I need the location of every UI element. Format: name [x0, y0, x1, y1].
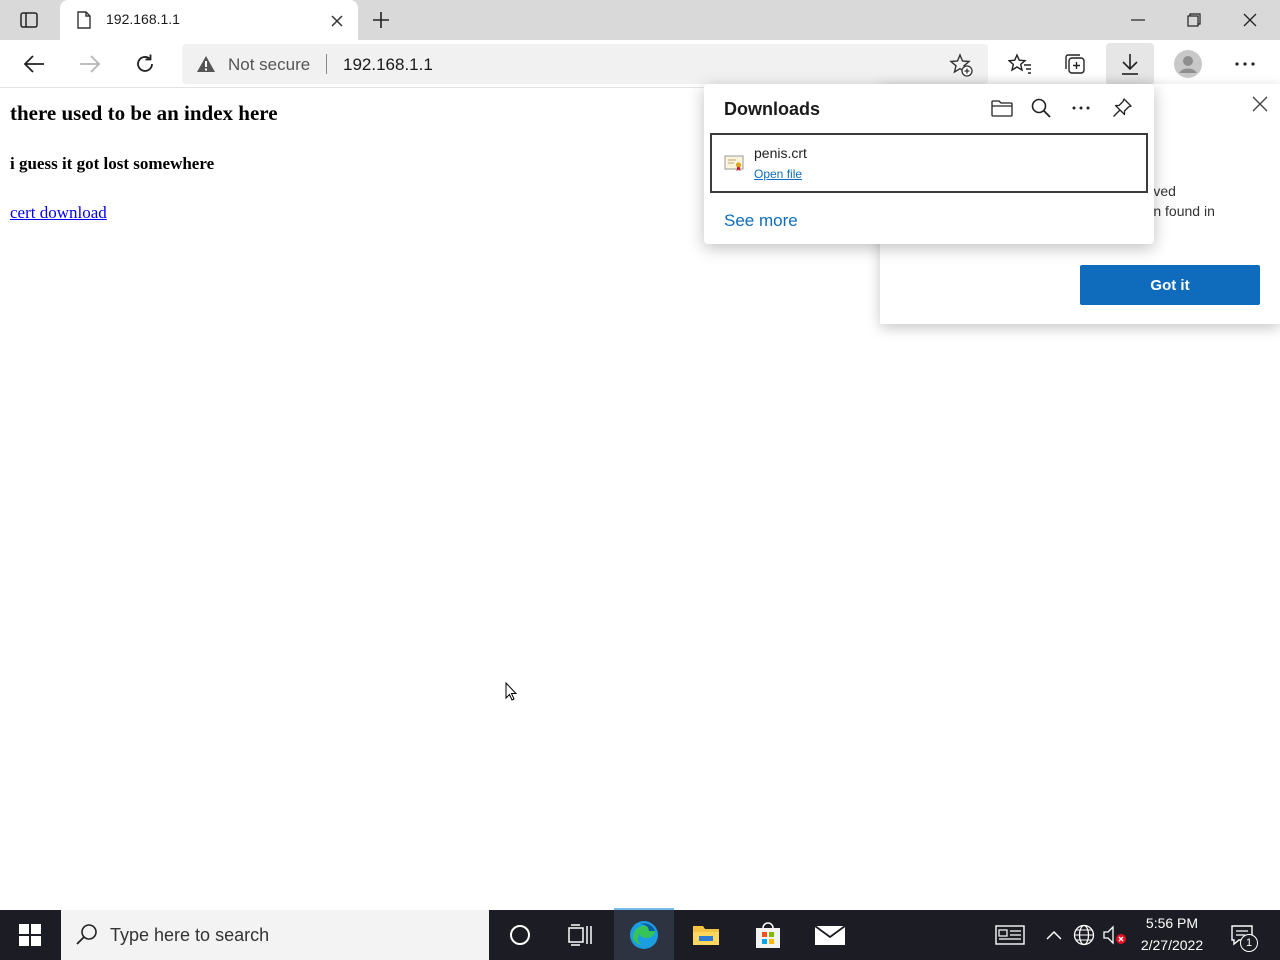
got-it-button[interactable]: Got it	[1080, 265, 1260, 305]
add-favorite-button[interactable]	[948, 52, 974, 78]
open-downloads-folder-button[interactable]	[988, 94, 1016, 122]
window-close-button[interactable]	[1222, 0, 1278, 40]
taskbar-edge-button[interactable]	[614, 910, 674, 960]
search-placeholder: Type here to search	[110, 925, 270, 945]
forward-arrow-icon	[80, 55, 101, 73]
mouse-cursor-icon	[505, 681, 518, 707]
favorites-button[interactable]	[1002, 46, 1038, 82]
taskbar-search-box[interactable]: Type here to search	[61, 910, 489, 960]
page-icon	[76, 11, 92, 34]
notification-center-button[interactable]	[1220, 910, 1264, 960]
back-button[interactable]	[16, 46, 52, 82]
star-plus-icon	[949, 53, 973, 77]
more-icon	[1072, 106, 1090, 110]
page-subheading: i guess it got lost somewhere	[10, 154, 215, 173]
search-downloads-button[interactable]	[1027, 94, 1055, 122]
taskbar-store-button[interactable]	[742, 910, 794, 960]
task-view-icon	[568, 924, 592, 946]
url-text[interactable]: 192.168.1.1	[343, 55, 433, 75]
tab-actions-icon	[20, 12, 38, 28]
cortana-icon	[510, 925, 530, 945]
address-bar[interactable]: Not secure 192.168.1.1	[182, 44, 988, 84]
back-arrow-icon	[23, 55, 44, 73]
clock-date: 2/27/2022	[1140, 937, 1204, 953]
omnibox-separator	[326, 54, 327, 74]
taskbar-file-explorer-button[interactable]	[680, 910, 732, 960]
clock-time: 5:56 PM	[1145, 915, 1199, 931]
start-button[interactable]	[0, 910, 60, 960]
refresh-button[interactable]	[127, 46, 163, 82]
certificate-file-icon	[724, 154, 744, 177]
screen: 192.168.1.1 Not secure 192.168.1.1 there…	[0, 0, 1280, 960]
download-icon	[1122, 54, 1138, 75]
pin-icon	[1113, 98, 1132, 117]
search-icon	[75, 923, 99, 952]
folder-icon	[991, 100, 1013, 117]
pin-downloads-button[interactable]	[1108, 94, 1136, 122]
folder-icon	[693, 926, 719, 945]
downloads-flyout: Downloads penis.crt Open file See more	[704, 84, 1154, 244]
see-more-link[interactable]: See more	[724, 211, 798, 231]
active-app-indicator	[614, 908, 674, 910]
close-icon	[331, 15, 343, 27]
taskbar-clock[interactable]: 5:56 PM 2/27/2022	[1132, 910, 1212, 960]
more-icon	[1235, 62, 1255, 66]
tab-actions-button[interactable]	[12, 6, 46, 34]
globe-icon	[1073, 924, 1095, 946]
taskbar-mail-button[interactable]	[804, 910, 856, 960]
new-tab-button[interactable]	[366, 6, 396, 34]
volume-button[interactable]	[1100, 910, 1130, 960]
downloads-title: Downloads	[724, 99, 821, 119]
collections-icon	[1065, 54, 1085, 74]
notification-count-badge: 1	[1240, 934, 1258, 952]
taskbar: Type here to search	[0, 910, 1280, 960]
downloads-more-button[interactable]	[1067, 94, 1095, 122]
page-heading: there used to be an index here	[10, 101, 278, 125]
browser-toolbar: Not secure 192.168.1.1	[0, 40, 1280, 88]
browser-tab[interactable]: 192.168.1.1	[60, 0, 358, 40]
settings-menu-button[interactable]	[1227, 46, 1263, 82]
tab-strip: 192.168.1.1	[0, 0, 1280, 40]
windows-icon	[19, 924, 41, 946]
chevron-up-icon	[1046, 930, 1062, 940]
search-icon	[1031, 98, 1051, 118]
news-icon	[995, 925, 1025, 945]
security-label[interactable]: Not secure	[228, 55, 310, 75]
downloads-button[interactable]	[1106, 43, 1154, 85]
refresh-icon	[137, 54, 153, 72]
tab-title: 192.168.1.1	[106, 11, 180, 27]
collections-button[interactable]	[1057, 46, 1093, 82]
network-button[interactable]	[1070, 910, 1098, 960]
close-icon	[1252, 96, 1268, 112]
show-hidden-icons-button[interactable]	[1040, 910, 1068, 960]
minimize-icon	[1131, 19, 1145, 21]
avatar-icon	[1174, 50, 1202, 78]
plus-icon	[373, 12, 389, 28]
favorites-icon	[1008, 53, 1031, 74]
restore-button[interactable]	[1166, 0, 1222, 40]
tab-close-button[interactable]	[326, 10, 348, 32]
download-filename: penis.crt	[754, 145, 807, 161]
news-widget-button[interactable]	[990, 910, 1030, 960]
profile-button[interactable]	[1168, 44, 1208, 84]
store-icon	[756, 922, 780, 948]
minimize-button[interactable]	[1110, 0, 1166, 40]
open-file-link[interactable]: Open file	[754, 167, 802, 181]
mail-icon	[814, 925, 846, 945]
download-item[interactable]: penis.crt Open file	[710, 133, 1148, 193]
close-icon	[1243, 13, 1257, 27]
cert-download-link[interactable]: cert download	[10, 203, 107, 223]
forward-button[interactable]	[72, 46, 108, 82]
notice-close-button[interactable]	[1248, 92, 1272, 116]
cortana-button[interactable]	[495, 910, 545, 960]
warning-icon[interactable]	[196, 55, 216, 78]
task-view-button[interactable]	[555, 910, 605, 960]
edge-icon	[630, 921, 658, 949]
restore-icon	[1187, 13, 1201, 27]
speaker-muted-icon	[1103, 925, 1126, 945]
